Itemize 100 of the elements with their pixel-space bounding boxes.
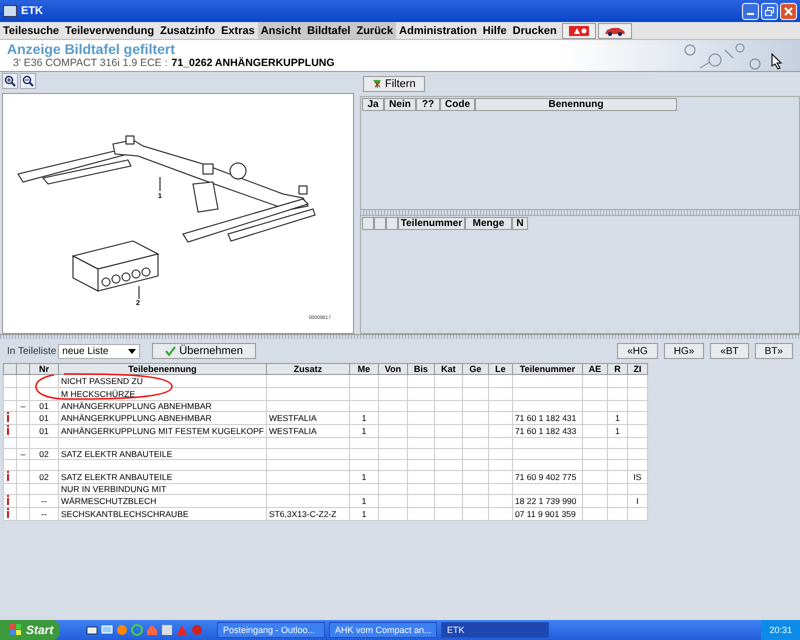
column-header[interactable]: Le [488, 364, 512, 374]
table-cell: ANHÄNGERKUPPLUNG ABNEHMBAR [61, 401, 212, 411]
column-header[interactable]: Me [349, 364, 378, 374]
table-cell: 18 22 1 739 990 [514, 496, 576, 506]
filter-button[interactable]: Filtern [363, 76, 425, 92]
zoom-in-button[interactable] [2, 73, 18, 89]
column-header[interactable]: Ge [462, 364, 488, 374]
minimize-icon [747, 13, 754, 15]
table-cell: SATZ ELEKTR ANBAUTEILE [61, 449, 172, 459]
taskbar-button[interactable]: Posteingang - Outloo... [217, 622, 325, 638]
zoom-in-icon [4, 75, 16, 87]
column-header[interactable]: Bis [407, 364, 434, 374]
column-header[interactable]: Zusatz [266, 364, 350, 374]
splitter-handle[interactable] [360, 210, 800, 215]
navigation-button[interactable]: HG» [664, 343, 704, 359]
info-icon [6, 495, 10, 505]
list-dropdown[interactable]: neue Liste [58, 344, 140, 358]
menu-item[interactable]: Bildtafel [304, 22, 354, 39]
column-header[interactable]: Kat [434, 364, 462, 374]
table-cell: 1 [362, 413, 366, 423]
menu-item[interactable]: Zusatzinfo [157, 22, 218, 39]
column-header[interactable]: Teilenummer [512, 364, 582, 374]
menu-item[interactable]: Administration [396, 22, 480, 39]
close-icon [784, 6, 793, 16]
leader-line [138, 286, 140, 300]
table-cell: 71 60 1 182 431 [514, 413, 576, 423]
column-header[interactable]: Benennung [475, 98, 677, 111]
table-cell: M HECKSCHÜRZE [61, 389, 136, 399]
menu-item[interactable]: Teileverwendung [62, 22, 158, 39]
column-header[interactable] [4, 364, 16, 374]
table-cell: 1 [615, 426, 620, 436]
column-header[interactable]: Von [378, 364, 408, 374]
column-header[interactable]: Code [440, 98, 475, 111]
table-cell: I [636, 496, 639, 506]
windows-logo-icon [10, 624, 22, 636]
column-header[interactable]: Teilebenennung [58, 364, 266, 374]
menu-item[interactable]: Hilfe [480, 22, 510, 39]
table-cell: WESTFALIA [268, 426, 317, 436]
column-header[interactable]: ?? [416, 98, 440, 111]
table-cell: 01 [39, 426, 49, 436]
filter-icon [372, 79, 382, 89]
table-cell: NICHT PASSEND ZU [61, 376, 143, 386]
info-icon [6, 471, 10, 481]
table-cell: -- [41, 509, 47, 519]
column-header[interactable]: N [512, 217, 528, 230]
table-cell: SATZ ELEKTR ANBAUTEILE [61, 472, 172, 482]
column-header[interactable]: Menge [465, 217, 512, 230]
menu-item[interactable]: Extras [218, 22, 258, 39]
taskbar-button[interactable]: AHK vom Compact an... [329, 622, 437, 638]
info-icon [6, 508, 10, 518]
table-cell: 1 [362, 426, 366, 436]
column-header[interactable] [374, 217, 386, 230]
close-button[interactable] [780, 2, 797, 20]
table-cell: WÄRMESCHUTZBLECH [61, 496, 156, 506]
table-cell: 1 [362, 472, 366, 482]
zoom-out-icon [22, 75, 34, 87]
group-title: 71_0262 ANHÄNGERKUPPLUNG [172, 57, 335, 69]
restore-button[interactable] [761, 2, 778, 20]
vehicle-model: 3' E36 COMPACT 316i 1.9 ECE : [13, 57, 168, 69]
splitter-handle[interactable] [0, 335, 800, 339]
table-cell: ANHÄNGERKUPPLUNG ABNEHMBAR [61, 413, 212, 423]
desktop-icon[interactable] [101, 624, 113, 636]
menu-item[interactable]: Drucken [510, 22, 560, 39]
column-header[interactable]: Ja [362, 98, 384, 111]
column-header[interactable]: Nr [30, 364, 58, 374]
navigation-button[interactable]: BT» [754, 343, 793, 359]
minimize-button[interactable] [742, 2, 759, 20]
zoom-out-button[interactable] [20, 73, 36, 89]
table-cell: ANHÄNGERKUPPLUNG MIT FESTEM KUGELKOPF [61, 426, 264, 436]
house-icon[interactable] [146, 624, 158, 636]
info-icon [6, 412, 10, 422]
table-cell: -- [41, 496, 47, 506]
table-cell: SECHSKANTBLECHSCHRAUBE [61, 509, 189, 519]
column-header[interactable] [362, 217, 374, 230]
table-cell: 1 [362, 509, 366, 519]
table-cell: 01 [39, 413, 49, 423]
column-header[interactable]: Nein [384, 98, 416, 111]
menu-item[interactable]: Ansicht [258, 22, 304, 39]
table-cell: WESTFALIA [268, 413, 317, 423]
column-header[interactable]: R [607, 364, 628, 374]
column-header[interactable]: ZI [627, 364, 648, 374]
menu-item[interactable]: Teilesuche [0, 22, 62, 39]
navigation-button[interactable]: «BT [710, 343, 749, 359]
menu-item[interactable]: Zurück [353, 22, 396, 39]
table-cell: 02 [39, 449, 49, 459]
navigation-button[interactable]: «HG [617, 343, 658, 359]
table-cell: 71 60 9 402 775 [514, 472, 576, 482]
column-header[interactable] [16, 364, 30, 374]
toolbar-button[interactable] [598, 22, 632, 38]
apply-button[interactable]: Übernehmen [152, 343, 256, 359]
taskbar-button[interactable]: ETK [441, 622, 549, 638]
column-header[interactable] [386, 217, 398, 230]
column-header[interactable]: AE [582, 364, 608, 374]
table-cell: 02 [39, 472, 49, 482]
table-cell: 07 11 9 901 359 [514, 509, 576, 519]
car-icon [604, 26, 626, 36]
list-label: In Teileliste [7, 346, 56, 356]
start-button[interactable]: Start [0, 620, 60, 640]
table-cell: 1 [615, 413, 620, 423]
column-header[interactable]: Teilenummer [398, 217, 465, 230]
